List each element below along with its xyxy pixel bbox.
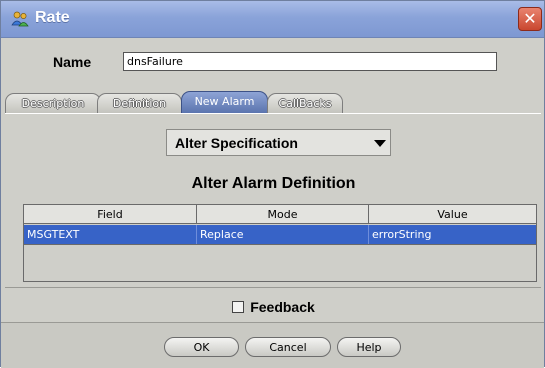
name-label: Name [53,54,92,70]
help-button[interactable]: Help [337,337,401,357]
tab-description[interactable]: Description [5,93,101,113]
close-button[interactable]: ✕ [518,7,542,31]
table-row[interactable]: MSGTEXT Replace errorString [24,225,536,244]
ok-button[interactable]: OK [164,337,239,357]
window-title: Rate [35,9,70,26]
column-header-mode[interactable]: Mode [197,205,369,224]
cancel-button[interactable]: Cancel [245,337,331,357]
tab-definition[interactable]: Definition [97,93,182,113]
section-title: Alter Alarm Definition [191,175,356,192]
cell-field: MSGTEXT [24,225,197,244]
title-bar[interactable]: Rate ✕ [1,1,544,38]
rate-dialog: Rate ✕ Name Description Definition New A… [0,0,545,368]
button-bar: OK Cancel Help [1,322,544,368]
table-header: Field Mode Value [24,205,536,224]
name-input[interactable] [123,52,497,71]
cell-mode: Replace [197,225,369,244]
dropdown-selected-value: Alter Specification [175,135,298,151]
alarm-definition-table: Field Mode Value MSGTEXT Replace errorSt… [23,204,537,282]
feedback-checkbox[interactable] [232,301,245,313]
cell-value: errorString [372,228,432,241]
column-header-value[interactable]: Value [369,205,536,224]
tab-callbacks[interactable]: CallBacks [267,93,343,113]
tab-new-alarm[interactable]: New Alarm [181,91,268,113]
column-header-field[interactable]: Field [24,205,197,224]
divider [5,287,541,288]
row-divider [24,244,536,245]
dropdown-arrow-icon [374,140,386,147]
feedback-label: Feedback [250,299,315,315]
close-icon: ✕ [523,9,537,28]
tab-strip: Description Definition New Alarm CallBac… [5,91,541,113]
feedback-option: Feedback [1,297,545,316]
alter-specification-dropdown[interactable]: Alter Specification [166,129,391,156]
people-icon [11,11,29,27]
